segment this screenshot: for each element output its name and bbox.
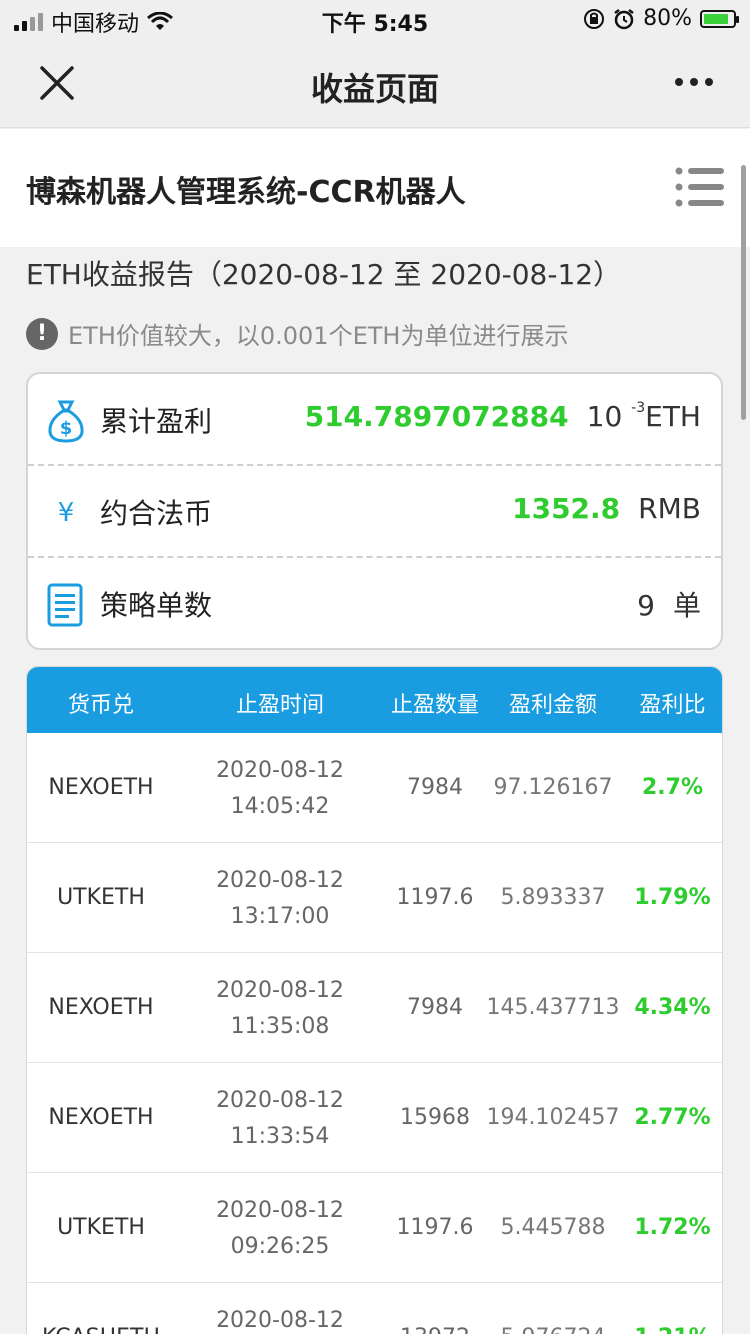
cell-qty: 1197.6: [396, 885, 474, 910]
cell-date: 2020-08-12: [216, 978, 344, 1003]
status-bar: 中国移动 下午 5:45 80%: [0, 0, 750, 40]
cell-date: 2020-08-12: [216, 1198, 344, 1223]
cell-qty: 13972: [385, 1325, 485, 1334]
summary-row-orders: 策略单数 9 单: [28, 558, 721, 650]
cell-ratio: 2.7%: [641, 775, 703, 800]
column-header-amount[interactable]: 盈利金额: [485, 687, 621, 719]
fiat-value-group: 1352.8 RMB: [512, 492, 701, 525]
orientation-lock-icon: [584, 8, 605, 29]
cell-amount: 97.126167: [493, 775, 613, 800]
cell-pair: UTKETH: [57, 885, 145, 910]
cell-time: 2020-08-12 11:33:54: [175, 1083, 385, 1155]
orders-value: 9: [637, 589, 655, 622]
cell-amount: 194.102457: [486, 1105, 620, 1130]
unit-exponent: -3: [631, 400, 646, 416]
table-header: 货币兑 止盈时间 止盈数量 盈利金额 盈利比: [27, 667, 722, 733]
notice: ! ETH价值较大，以0.001个ETH为单位进行展示: [26, 316, 568, 351]
profit-table: 货币兑 止盈时间 止盈数量 盈利金额 盈利比 NEXOETH 2020-08-1…: [26, 666, 723, 1334]
profit-value: 514.7897072884: [304, 400, 569, 433]
cell-amount: 145.437713: [486, 995, 620, 1020]
table-row[interactable]: NEXOETH 2020-08-12 11:33:54 15968 194.102…: [27, 1063, 722, 1173]
cell-date: 2020-08-12: [216, 1308, 344, 1333]
table-row[interactable]: UTKETH 2020-08-12 13:17:00 1197.6 5.89333…: [27, 843, 722, 953]
alarm-icon: [614, 8, 634, 29]
cell-clock: 13:17:00: [230, 904, 330, 929]
battery-percent: 80%: [643, 6, 692, 31]
summary-row-profit: $ 累计盈利 514.7897072884 10 -3ETH: [28, 374, 721, 466]
more-icon[interactable]: [674, 72, 714, 92]
menu-icon[interactable]: [674, 165, 726, 209]
cell-clock: 09:26:25: [230, 1234, 330, 1259]
cell-qty: 1197.6: [396, 1215, 474, 1240]
cell-clock: 11:33:54: [230, 1124, 330, 1149]
cell-amount: 5.976724: [485, 1325, 621, 1334]
battery-icon: [700, 9, 739, 28]
column-header-pair[interactable]: 货币兑: [27, 687, 175, 719]
status-right: 80%: [583, 6, 739, 31]
column-header-qty[interactable]: 止盈数量: [385, 687, 485, 719]
cell-date: 2020-08-12: [216, 868, 344, 893]
page-title: 收益页面: [310, 70, 439, 108]
cell-qty: 7984: [407, 775, 463, 800]
scrollbar[interactable]: [741, 165, 746, 420]
orders-value-group: 9 单: [637, 584, 701, 624]
unit-name: ETH: [645, 400, 701, 433]
system-header: 博森机器人管理系统-CCR机器人: [0, 129, 750, 247]
summary-row-fiat: ¥ 约合法币 1352.8 RMB: [28, 466, 721, 558]
table-row[interactable]: NEXOETH 2020-08-12 14:05:42 7984 97.12616…: [27, 733, 722, 843]
cell-ratio: 4.34%: [634, 995, 711, 1020]
cell-time: 2020-08-12 09:26:25: [175, 1193, 385, 1265]
cell-clock: 11:35:08: [230, 1014, 330, 1039]
cell-pair: NEXOETH: [48, 995, 154, 1020]
cell-time: 2020-08-12 11:35:08: [175, 973, 385, 1045]
cell-pair: UTKETH: [57, 1215, 145, 1240]
fiat-unit: RMB: [638, 492, 701, 525]
cell-pair: NEXOETH: [48, 775, 154, 800]
cell-ratio: 1.79%: [634, 885, 711, 910]
yen-icon: ¥: [57, 498, 75, 528]
document-icon: [47, 583, 83, 627]
cell-amount: 5.893337: [500, 885, 606, 910]
money-bag-icon: $: [48, 400, 84, 443]
report-title: ETH收益报告（2020-08-12 至 2020-08-12）: [26, 258, 622, 291]
cell-pair: NEXOETH: [48, 1105, 154, 1130]
unit-base: 10: [586, 400, 623, 433]
svg-text:$: $: [60, 418, 73, 439]
cell-date: 2020-08-12: [216, 1088, 344, 1113]
warning-icon: !: [26, 317, 58, 350]
orders-unit: 单: [672, 589, 701, 622]
fiat-value: 1352.8: [512, 492, 621, 525]
column-header-ratio[interactable]: 盈利比: [621, 687, 722, 719]
cell-date: 2020-08-12: [216, 758, 344, 783]
nav-bar: 收益页面: [0, 40, 750, 128]
cell-time: 2020-08-12: [175, 1303, 385, 1334]
table-row[interactable]: UTKETH 2020-08-12 09:26:25 1197.6 5.44578…: [27, 1173, 722, 1283]
cell-ratio: 2.77%: [634, 1105, 711, 1130]
cell-time: 2020-08-12 13:17:00: [175, 863, 385, 935]
summary-card: $ 累计盈利 514.7897072884 10 -3ETH ¥ 约合法币 13…: [26, 372, 723, 650]
table-row[interactable]: NEXOETH 2020-08-12 11:35:08 7984 145.4377…: [27, 953, 722, 1063]
orders-label: 策略单数: [100, 589, 213, 622]
cell-pair: KCASHETH: [27, 1325, 175, 1334]
profit-value-group: 514.7897072884 10 -3ETH: [305, 400, 701, 433]
system-title: 博森机器人管理系统-CCR机器人: [26, 175, 466, 210]
table-row[interactable]: KCASHETH 2020-08-12 13972 5.976724 1.21%: [27, 1283, 722, 1334]
cell-amount: 5.445788: [500, 1215, 606, 1240]
profit-unit: 10 -3ETH: [587, 400, 701, 433]
cell-qty: 15968: [400, 1105, 470, 1130]
cell-qty: 7984: [407, 995, 463, 1020]
cell-ratio: 1.21%: [621, 1325, 722, 1334]
cell-time: 2020-08-12 14:05:42: [175, 753, 385, 825]
column-header-time[interactable]: 止盈时间: [175, 687, 385, 719]
notice-text: ETH价值较大，以0.001个ETH为单位进行展示: [68, 322, 569, 350]
cell-ratio: 1.72%: [634, 1215, 711, 1240]
cell-clock: 14:05:42: [230, 794, 330, 819]
profit-label: 累计盈利: [100, 405, 213, 438]
fiat-label: 约合法币: [100, 497, 213, 530]
